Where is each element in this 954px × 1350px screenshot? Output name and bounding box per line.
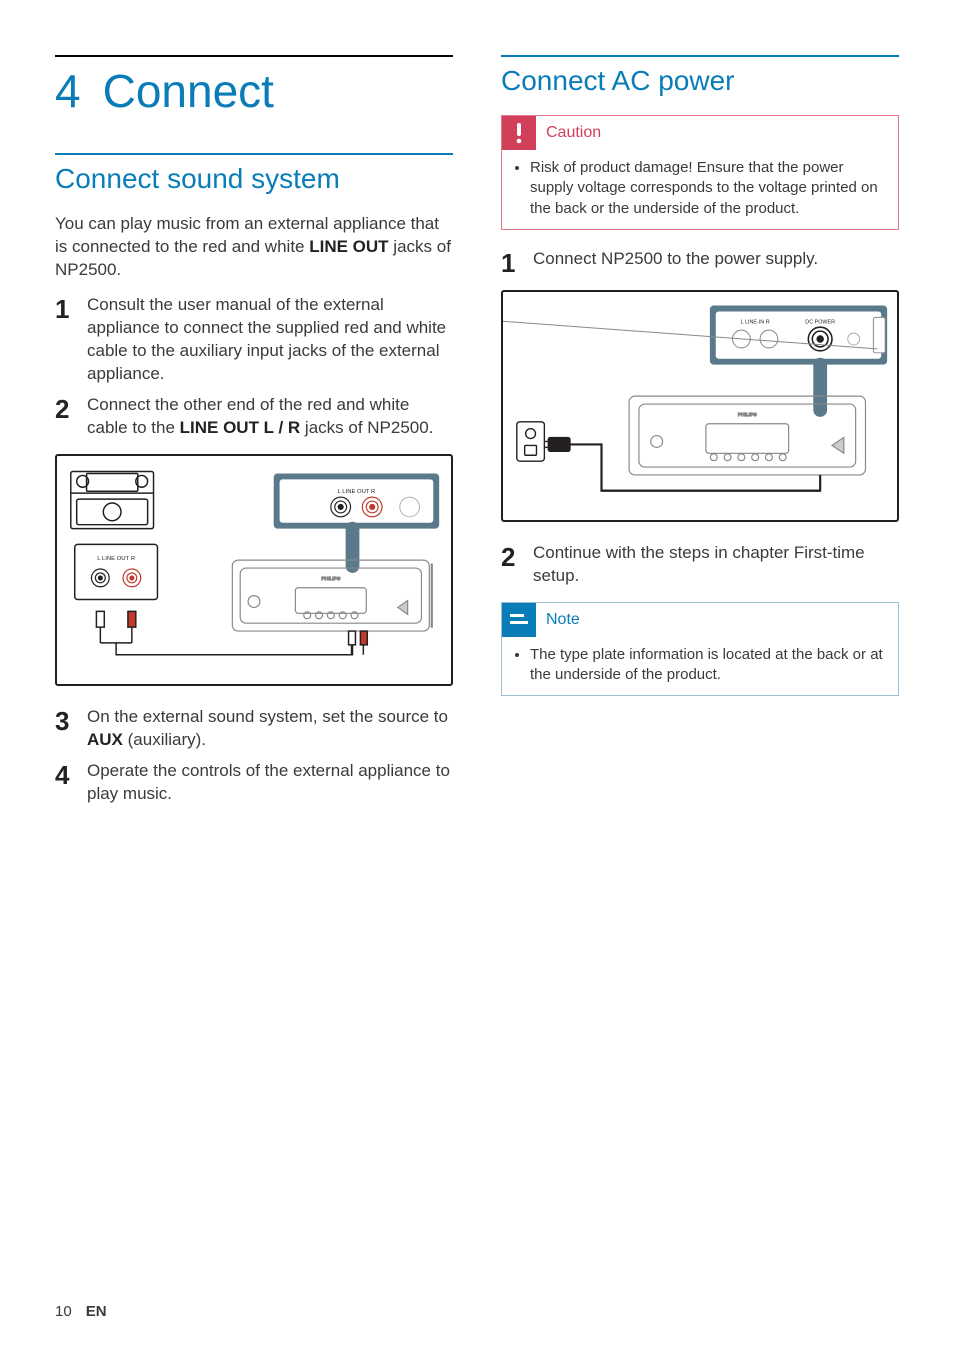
step-number: 2 bbox=[55, 394, 87, 422]
step-4: 4 Operate the controls of the external a… bbox=[55, 760, 453, 806]
fig-label-philips: PHILIPS bbox=[321, 576, 341, 582]
page-language: EN bbox=[86, 1303, 107, 1320]
step3-a: On the external sound system, set the so… bbox=[87, 707, 448, 726]
section-title-ac: Connect AC power bbox=[501, 65, 899, 97]
fig2-label-philips: PHILIPS bbox=[738, 412, 758, 418]
step-text: On the external sound system, set the so… bbox=[87, 706, 453, 752]
step2-b: jacks of NP2500. bbox=[300, 418, 433, 437]
intro-bold: LINE OUT bbox=[309, 237, 388, 256]
step-1: 1 Consult the user manual of the externa… bbox=[55, 294, 453, 386]
fig2-label-linein: L LINE-IN R bbox=[741, 319, 770, 325]
step-text: Consult the user manual of the external … bbox=[87, 294, 453, 386]
step-number: 4 bbox=[55, 760, 87, 788]
figure-sound-connection: L LINE OUT R bbox=[55, 454, 453, 686]
chapter-title-text: Connect bbox=[103, 65, 274, 117]
intro-paragraph: You can play music from an external appl… bbox=[55, 213, 453, 282]
step-number: 1 bbox=[501, 248, 533, 276]
chapter-number: 4 bbox=[55, 65, 81, 117]
chapter-title: 4 Connect bbox=[55, 67, 453, 115]
step-text: Continue with the steps in chapter First… bbox=[533, 542, 899, 588]
section-title-sound: Connect sound system bbox=[55, 163, 453, 195]
chapter-rule bbox=[55, 55, 453, 57]
step-3: 3 On the external sound system, set the … bbox=[55, 706, 453, 752]
note-label: Note bbox=[536, 611, 580, 629]
step2-bold: LINE OUT L / R bbox=[180, 418, 301, 437]
step-text: Connect the other end of the red and whi… bbox=[87, 394, 453, 440]
fig-label-lineout-b: L LINE OUT R bbox=[338, 489, 376, 495]
step-number: 1 bbox=[55, 294, 87, 322]
caution-label: Caution bbox=[536, 124, 601, 142]
fig2-label-dcpower: DC POWER bbox=[805, 319, 835, 325]
step3-bold: AUX bbox=[87, 730, 123, 749]
caution-icon bbox=[502, 116, 536, 150]
note-icon bbox=[502, 603, 536, 637]
ac-step-2: 2 Continue with the steps in chapter Fir… bbox=[501, 542, 899, 588]
fig-label-lineout: L LINE OUT R bbox=[97, 556, 135, 562]
caution-text: Risk of product damage! Ensure that the … bbox=[530, 158, 886, 219]
page-number: 10 bbox=[55, 1303, 72, 1320]
step-2: 2 Connect the other end of the red and w… bbox=[55, 394, 453, 440]
step-text: Connect NP2500 to the power supply. bbox=[533, 248, 818, 271]
step3-b: (auxiliary). bbox=[123, 730, 206, 749]
page-footer: 10 EN bbox=[55, 1303, 107, 1320]
note-callout: Note The type plate information is locat… bbox=[501, 602, 899, 697]
note-text: The type plate information is located at… bbox=[530, 645, 886, 686]
section-rule bbox=[55, 153, 453, 155]
ac-step-1: 1 Connect NP2500 to the power supply. bbox=[501, 248, 899, 276]
step-number: 3 bbox=[55, 706, 87, 734]
step-number: 2 bbox=[501, 542, 533, 570]
section-rule bbox=[501, 55, 899, 57]
step-text: Operate the controls of the external app… bbox=[87, 760, 453, 806]
caution-callout: Caution Risk of product damage! Ensure t… bbox=[501, 115, 899, 230]
figure-ac-connection: L LINE-IN R DC POWER bbox=[501, 290, 899, 522]
